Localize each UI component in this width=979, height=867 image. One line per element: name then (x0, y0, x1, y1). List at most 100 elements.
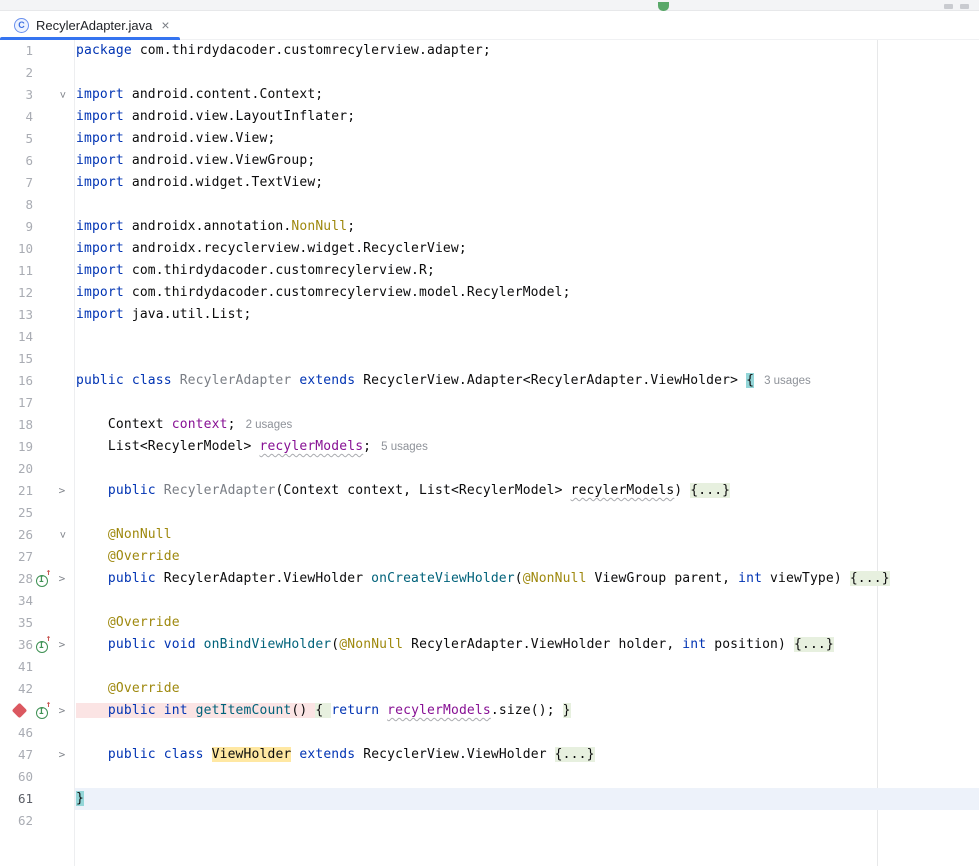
code-token: onBindViewHolder (203, 637, 332, 652)
code-text: @NonNull (74, 524, 172, 546)
gutter-icon-slot (33, 502, 50, 524)
fold-icon (50, 304, 74, 326)
fold-icon[interactable]: > (50, 744, 74, 766)
gutter-line-number[interactable]: 16 (0, 370, 33, 392)
toolbar-right-icon[interactable] (944, 4, 953, 9)
gutter-icon-slot (33, 414, 50, 436)
fold-icon (50, 392, 74, 414)
fold-icon (50, 414, 74, 436)
code-line: 28I> public RecylerAdapter.ViewHolder on… (0, 568, 979, 590)
gutter-line-number[interactable]: 6 (0, 150, 33, 172)
fold-icon[interactable]: > (50, 634, 74, 656)
gutter-icon-slot (33, 436, 50, 458)
code-line: I> public int getItemCount() { return re… (0, 700, 979, 722)
fold-icon[interactable]: > (50, 568, 74, 590)
gutter-line-number[interactable]: 5 (0, 128, 33, 150)
code-line: 7 import android.widget.TextView; (0, 172, 979, 194)
code-line: 25 (0, 502, 979, 524)
code-line: 17 (0, 392, 979, 414)
gutter-line-number[interactable]: 19 (0, 436, 33, 458)
code-token: () (291, 703, 316, 718)
gutter-line-number[interactable]: 62 (0, 810, 33, 832)
code-token: ; (227, 417, 236, 432)
gutter-icon-slot (33, 524, 50, 546)
code-token: {...} (849, 571, 890, 586)
fold-icon (50, 194, 74, 216)
gutter-icon-slot (33, 612, 50, 634)
gutter-line-number[interactable]: 14 (0, 326, 33, 348)
code-line: 12 import com.thirdydacoder.customrecyler… (0, 282, 979, 304)
fold-icon[interactable]: > (50, 84, 74, 106)
gutter-line-number[interactable]: 41 (0, 656, 33, 678)
code-token: public (107, 571, 164, 586)
gutter-line-number[interactable]: 20 (0, 458, 33, 480)
gutter-line-number[interactable]: 3 (0, 84, 33, 106)
gutter-line-number[interactable]: 18 (0, 414, 33, 436)
fold-icon (50, 106, 74, 128)
gutter-line-number[interactable]: 42 (0, 678, 33, 700)
gutter-line-number[interactable]: 36 (0, 634, 33, 656)
fold-icon[interactable]: > (50, 700, 74, 722)
code-text: public void onBindViewHolder(@NonNull Re… (74, 634, 834, 656)
tab-recyleradapter-java[interactable]: C RecylerAdapter.java × (0, 11, 180, 40)
gutter-line-number[interactable]: 27 (0, 546, 33, 568)
code-editor[interactable]: 1 package com.thirdydacoder.customrecyler… (0, 40, 979, 866)
fold-icon[interactable]: > (50, 524, 74, 546)
implementing-method-icon[interactable]: I (35, 635, 52, 653)
gutter-line-number[interactable]: 28 (0, 568, 33, 590)
gutter-line-number[interactable]: 7 (0, 172, 33, 194)
breakpoint-icon[interactable] (0, 700, 33, 722)
fold-icon (50, 370, 74, 392)
code-token: RecyclerView.ViewHolder (363, 747, 555, 762)
code-line: 42 @Override (0, 678, 979, 700)
fold-icon[interactable]: > (50, 480, 74, 502)
code-token: { (315, 703, 332, 718)
gutter-line-number[interactable]: 9 (0, 216, 33, 238)
code-line: 2 (0, 62, 979, 84)
gutter-line-number[interactable]: 60 (0, 766, 33, 788)
gutter-line-number[interactable]: 25 (0, 502, 33, 524)
gutter-line-number[interactable]: 2 (0, 62, 33, 84)
implementing-method-icon[interactable]: I (35, 701, 52, 719)
code-token: android.view.LayoutInflater; (131, 109, 356, 124)
code-token: import (76, 285, 132, 300)
gutter-line-number[interactable]: 26 (0, 524, 33, 546)
gutter-line-number[interactable]: 13 (0, 304, 33, 326)
gutter-line-number[interactable]: 4 (0, 106, 33, 128)
gutter-line-number[interactable]: 34 (0, 590, 33, 612)
code-line: 46 (0, 722, 979, 744)
toolbar-right-icon[interactable] (960, 4, 969, 9)
inlay-usages-hint[interactable]: 5 usages (381, 441, 428, 453)
gutter-line-number[interactable]: 35 (0, 612, 33, 634)
code-text: import java.util.List; (74, 304, 252, 326)
gutter-line-number[interactable]: 17 (0, 392, 33, 414)
breakpoint-diamond-icon[interactable] (11, 702, 28, 719)
implementing-method-icon[interactable]: I (35, 569, 52, 587)
gutter-line-number[interactable]: 12 (0, 282, 33, 304)
gutter-line-number[interactable]: 47 (0, 744, 33, 766)
tab-close-icon[interactable]: × (161, 18, 169, 32)
gutter-line-number[interactable]: 10 (0, 238, 33, 260)
gutter-line-number[interactable]: 11 (0, 260, 33, 282)
gutter-line-number[interactable]: 46 (0, 722, 33, 744)
code-text: public RecylerAdapter(Context context, L… (74, 480, 731, 502)
gutter-line-number[interactable]: 1 (0, 40, 33, 62)
gutter-line-number[interactable]: 15 (0, 348, 33, 370)
gutter-line-number[interactable]: 8 (0, 194, 33, 216)
code-token: RecylerAdapter (179, 373, 300, 388)
code-token: recylerModels (259, 439, 364, 454)
code-line: 3 > import android.content.Context; (0, 84, 979, 106)
inlay-usages-hint[interactable]: 2 usages (246, 419, 293, 431)
inlay-usages-hint[interactable]: 3 usages (764, 375, 811, 387)
gutter-line-number[interactable]: 21 (0, 480, 33, 502)
java-class-icon: C (14, 17, 29, 33)
fold-icon (50, 788, 74, 810)
fold-icon (50, 436, 74, 458)
run-icon[interactable] (658, 2, 669, 11)
gutter-line-number[interactable]: 61 (0, 788, 33, 810)
